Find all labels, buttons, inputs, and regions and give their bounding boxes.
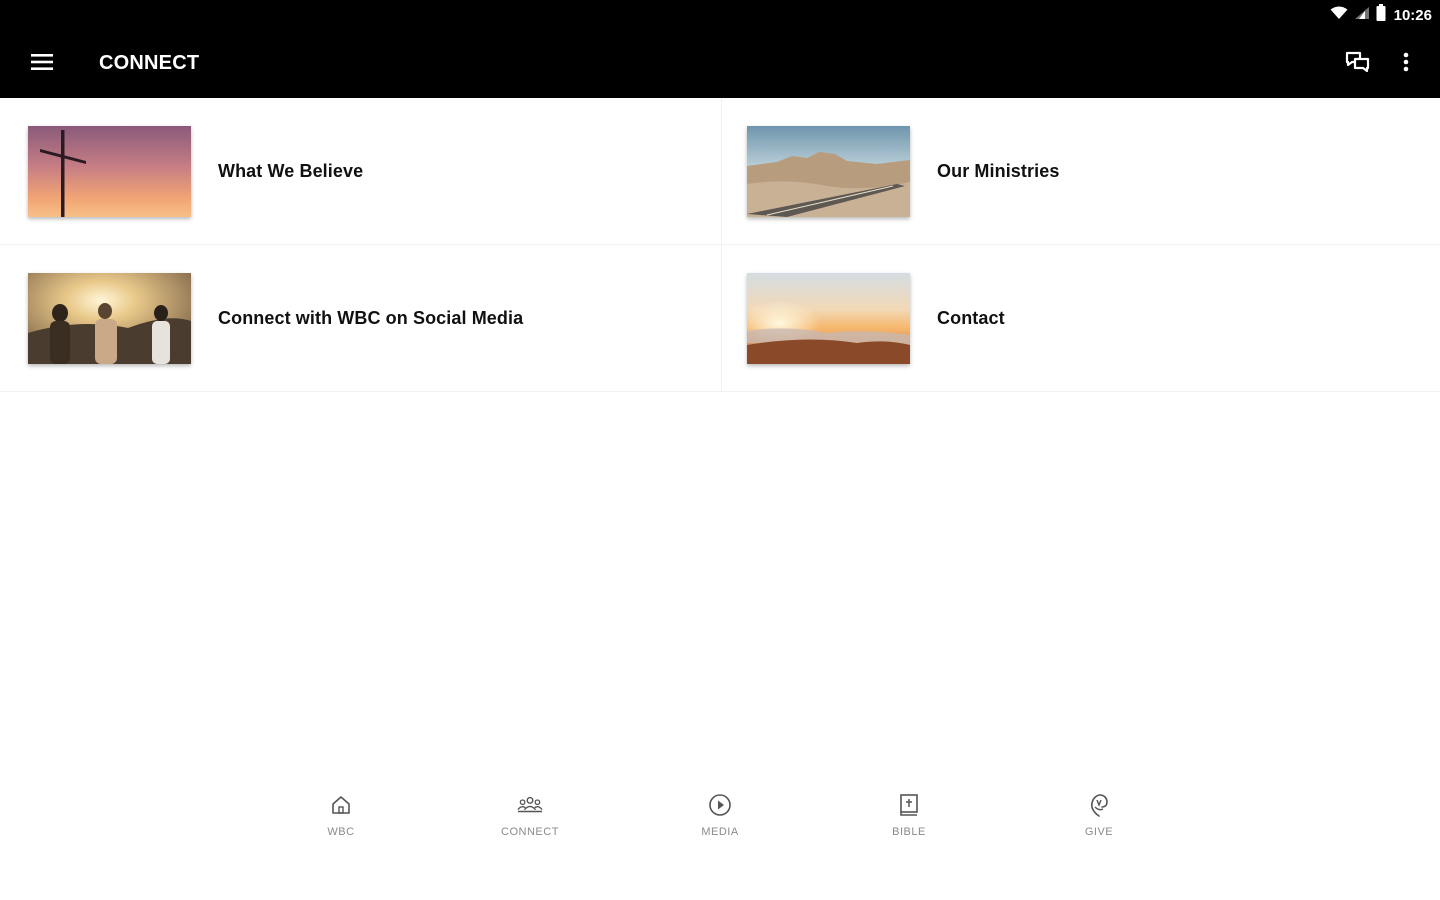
more-options-button[interactable] xyxy=(1386,44,1426,84)
sunrise-clouds-image xyxy=(747,272,910,364)
battery-icon xyxy=(1376,4,1386,26)
bottom-navigation: WBC CONNECT MEDIA BIBLE GIVE xyxy=(0,782,1440,900)
wifi-icon xyxy=(1330,6,1348,25)
nav-item-bible[interactable]: BIBLE xyxy=(854,792,964,854)
nav-label: MEDIA xyxy=(701,826,739,838)
give-hand-icon xyxy=(1086,792,1112,818)
nav-item-media[interactable]: MEDIA xyxy=(665,792,775,854)
hamburger-menu-button[interactable] xyxy=(22,44,62,84)
chat-bubbles-icon xyxy=(1345,50,1371,79)
status-time: 10:26 xyxy=(1393,6,1432,24)
tile-label: Contact xyxy=(937,307,1005,328)
tile-label: Our Ministries xyxy=(937,160,1060,181)
status-bar: 10:26 xyxy=(0,0,1440,30)
home-icon xyxy=(328,792,354,818)
connect-grid: What We Believe Our Ministries Connect w… xyxy=(0,98,1440,392)
nav-label: WBC xyxy=(327,826,355,838)
bible-icon xyxy=(896,792,922,818)
nav-label: BIBLE xyxy=(892,826,926,838)
cross-sunset-image xyxy=(28,125,191,217)
app-bar: CONNECT xyxy=(0,30,1440,98)
people-sunset-image xyxy=(28,272,191,364)
tile-label: What We Believe xyxy=(218,160,364,181)
tile-social-media[interactable]: Connect with WBC on Social Media xyxy=(0,245,722,392)
nav-label: GIVE xyxy=(1084,826,1114,838)
tile-what-we-believe[interactable]: What We Believe xyxy=(0,98,722,245)
tile-contact[interactable]: Contact xyxy=(722,245,1440,392)
cell-signal-icon xyxy=(1354,6,1370,25)
nav-item-give[interactable]: GIVE xyxy=(1044,792,1154,854)
tile-label: Connect with WBC on Social Media xyxy=(218,307,524,328)
group-icon xyxy=(517,792,543,818)
more-vert-icon xyxy=(1403,52,1409,77)
nav-label: CONNECT xyxy=(501,826,559,838)
nav-item-connect[interactable]: CONNECT xyxy=(475,792,585,854)
page-title: CONNECT xyxy=(99,52,200,74)
chat-button[interactable] xyxy=(1338,44,1378,84)
play-circle-icon xyxy=(707,792,733,818)
desert-road-image xyxy=(747,125,910,217)
hamburger-menu-icon xyxy=(31,53,53,75)
tile-our-ministries[interactable]: Our Ministries xyxy=(722,98,1440,245)
nav-item-wbc[interactable]: WBC xyxy=(286,792,396,854)
status-icons: 10:26 xyxy=(1330,4,1432,26)
